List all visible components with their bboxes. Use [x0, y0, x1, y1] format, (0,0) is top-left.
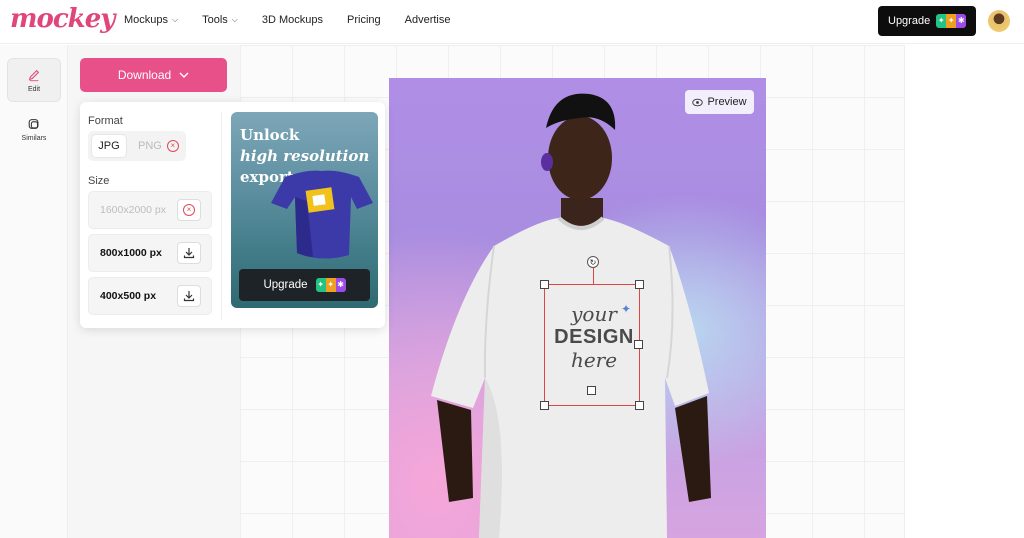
promo-line-2: high resolution: [240, 147, 370, 165]
download-button[interactable]: Download: [80, 58, 227, 92]
download-size-button[interactable]: [177, 242, 201, 264]
chevron-down-icon: ⌵: [231, 15, 238, 24]
nav-item-pricing[interactable]: Pricing: [347, 14, 381, 26]
rail-item-label: Edit: [27, 85, 41, 93]
download-size-button[interactable]: [177, 285, 201, 307]
mockey-logo[interactable]: mockey: [10, 4, 115, 34]
preview-label: Preview: [707, 96, 747, 108]
dropdown-divider: [221, 112, 222, 320]
nav-item-label: Advertise: [404, 14, 451, 26]
blue-tshirt-illustration: [271, 170, 373, 259]
resize-handle-top-left[interactable]: [540, 280, 549, 289]
rotate-connector: [593, 268, 594, 284]
premium-badges-icon: ✦ ✦ ✱: [315, 278, 346, 292]
similars-icon: [28, 118, 39, 129]
upgrade-promo-card: Unlock high resolution export Upgrade ✦ ✦…: [231, 112, 378, 308]
size-option-1600x2000[interactable]: 1600x2000 px ×: [88, 191, 212, 229]
locked-button[interactable]: ×: [177, 199, 201, 221]
design-line-design: DESIGN: [554, 326, 634, 348]
top-navbar: mockey Mockups ⌵ Tools ⌵ 3D Mockups Pric…: [0, 0, 1024, 44]
nav-item-label: 3D Mockups: [261, 14, 324, 26]
chevron-down-icon: ⌵: [172, 15, 179, 24]
size-option-400x500[interactable]: 400x500 px: [88, 277, 212, 315]
rail-item-similars[interactable]: Similars: [7, 107, 61, 151]
nav-item-3d-mockups[interactable]: 3D Mockups: [262, 14, 323, 26]
promo-upgrade-label: Upgrade: [263, 279, 308, 291]
rail-item-label: Similars: [21, 134, 47, 142]
premium-badges-icon: ✦ ✦ ✱: [936, 14, 967, 28]
nav-item-advertise[interactable]: Advertise: [405, 14, 451, 26]
left-rail: Edit Similars: [0, 45, 68, 538]
size-option-label: 800x1000 px: [100, 247, 162, 259]
nav-item-tools[interactable]: Tools ⌵: [202, 14, 238, 26]
upgrade-button[interactable]: Upgrade ✦ ✦ ✱: [878, 6, 976, 36]
promo-line-1: Unlock: [240, 126, 300, 144]
chevron-down-icon: [179, 72, 189, 78]
rail-item-edit[interactable]: Edit: [7, 58, 61, 102]
main-nav: Mockups ⌵ Tools ⌵ 3D Mockups Pricing Adv…: [124, 14, 475, 26]
right-column: [904, 45, 1024, 538]
resize-handle-bottom-left[interactable]: [540, 401, 549, 410]
format-jpg-option[interactable]: JPG: [92, 135, 126, 157]
format-png-option[interactable]: PNG ×: [138, 135, 179, 157]
preview-button[interactable]: Preview: [685, 90, 754, 114]
resize-handle-bottom-right[interactable]: [635, 401, 644, 410]
resize-handle-top-right[interactable]: [635, 280, 644, 289]
design-line-here: here: [570, 348, 618, 372]
download-label: Download: [117, 68, 172, 82]
format-label: Format: [88, 115, 123, 127]
format-jpg-label: JPG: [98, 140, 120, 152]
size-option-800x1000[interactable]: 800x1000 px: [88, 234, 212, 272]
size-option-label: 1600x2000 px: [100, 204, 166, 216]
resize-handle-bottom[interactable]: [587, 386, 596, 395]
size-label: Size: [88, 175, 110, 187]
nav-item-label: Mockups: [124, 14, 169, 26]
pencil-icon: [28, 69, 40, 81]
nav-item-label: Pricing: [347, 14, 381, 26]
locked-x-icon: ×: [183, 204, 195, 216]
download-icon: [183, 248, 195, 259]
nav-item-label: Tools: [202, 14, 228, 26]
promo-upgrade-button[interactable]: Upgrade ✦ ✦ ✱: [239, 269, 370, 301]
size-option-label: 400x500 px: [100, 290, 157, 302]
eye-icon: [692, 98, 704, 106]
sparkle-icon: ✦: [621, 302, 632, 316]
rotate-handle-icon[interactable]: ↻: [587, 256, 599, 268]
avatar[interactable]: [988, 10, 1010, 32]
nav-item-mockups[interactable]: Mockups ⌵: [124, 14, 178, 26]
download-icon: [183, 291, 195, 302]
upgrade-label: Upgrade: [888, 15, 931, 27]
locked-x-icon: ×: [166, 140, 179, 152]
format-png-label: PNG: [138, 140, 162, 152]
